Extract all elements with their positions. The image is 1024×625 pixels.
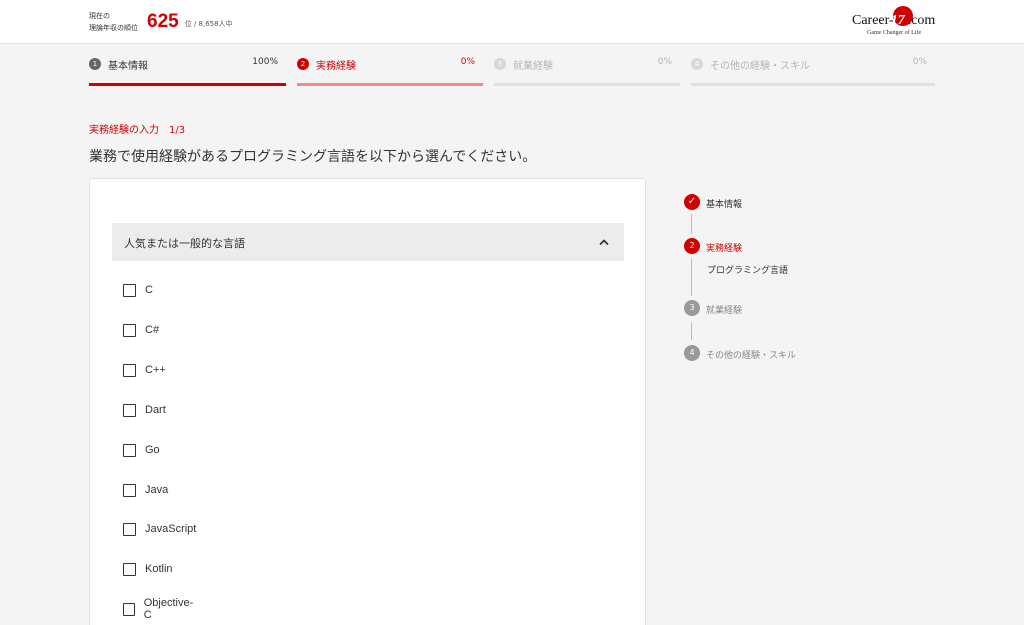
rank-value: 625 bbox=[147, 11, 179, 32]
step-number-icon: 4 bbox=[684, 345, 700, 361]
language-option-c[interactable]: C bbox=[123, 282, 153, 298]
step-number: 3 bbox=[494, 58, 506, 70]
top-header: 現在の 理論年収の順位 625 位 / 8,658人中 Career-17 .co… bbox=[0, 0, 1024, 44]
checkbox[interactable] bbox=[123, 483, 136, 497]
rank-label-income: 理論年収の順位 bbox=[89, 24, 138, 32]
sidebar-connector bbox=[691, 214, 692, 234]
language-option-javascript[interactable]: JavaScript bbox=[123, 521, 196, 537]
language-option-dart[interactable]: Dart bbox=[123, 402, 166, 418]
language-option-objective-c[interactable]: Objective-C bbox=[123, 597, 195, 621]
rank-display: 現在の 理論年収の順位 625 位 / 8,658人中 bbox=[89, 10, 233, 34]
step-number-icon: 2 bbox=[684, 238, 700, 254]
step-number: 4 bbox=[691, 58, 703, 70]
accordion-title: 人気または一般的な言語 bbox=[124, 237, 245, 250]
language-card: 人気または一般的な言語 C C# C++ Dart Go Java JavaSc… bbox=[89, 178, 646, 625]
sidebar-item-label: その他の経験・スキル bbox=[706, 351, 797, 361]
progress-step-other-skills[interactable]: 4 その他の経験・スキル 0% bbox=[691, 56, 935, 86]
rank-suffix: 位 / 8,658人中 bbox=[184, 20, 233, 28]
checkbox[interactable] bbox=[123, 602, 135, 616]
language-label: C# bbox=[145, 324, 160, 336]
step-number: 2 bbox=[297, 58, 309, 70]
language-option-java[interactable]: Java bbox=[123, 482, 168, 498]
progress-step-employment[interactable]: 3 就業経験 0% bbox=[494, 56, 680, 86]
step-percent: 100% bbox=[252, 57, 278, 67]
checkbox[interactable] bbox=[123, 443, 136, 457]
language-label: C++ bbox=[145, 364, 166, 376]
checkbox[interactable] bbox=[123, 323, 136, 337]
step-progress-bar bbox=[297, 83, 483, 86]
rank-label-current: 現在の bbox=[89, 12, 110, 20]
sidebar-item-label: 就業経験 bbox=[706, 306, 743, 316]
check-icon: ✓ bbox=[684, 194, 700, 210]
language-label: Kotlin bbox=[145, 563, 173, 575]
rank-labels: 現在の 理論年収の順位 bbox=[89, 10, 138, 34]
step-progress-bar bbox=[89, 83, 286, 86]
sidebar-connector bbox=[691, 322, 692, 340]
site-logo[interactable]: Career-17 .com Game Changer of Life bbox=[852, 5, 942, 39]
checkbox[interactable] bbox=[123, 403, 136, 417]
progress-steps: 1 基本情報 100% 2 実務経験 0% 3 就業経験 0% 4 その他の経験… bbox=[89, 56, 935, 86]
step-label: 基本情報 bbox=[108, 61, 148, 72]
step-label: その他の経験・スキル bbox=[710, 61, 810, 72]
sidebar-item-label: 基本情報 bbox=[706, 200, 743, 210]
checkbox[interactable] bbox=[123, 562, 136, 576]
page-title: 業務で使用経験があるプログラミング言語を以下から選んでください。 bbox=[89, 149, 537, 165]
step-percent: 0% bbox=[912, 57, 927, 67]
chevron-up-icon bbox=[599, 239, 609, 245]
progress-step-basic-info[interactable]: 1 基本情報 100% bbox=[89, 56, 286, 86]
step-progress-bar bbox=[691, 83, 935, 86]
sidebar-connector bbox=[691, 258, 692, 296]
language-label: Go bbox=[145, 444, 160, 456]
step-number: 1 bbox=[89, 58, 101, 70]
step-number-icon: 3 bbox=[684, 300, 700, 316]
language-label: Objective-C bbox=[143, 597, 194, 621]
progress-step-work-experience[interactable]: 2 実務経験 0% bbox=[297, 56, 483, 86]
language-label: JavaScript bbox=[145, 523, 197, 535]
language-label: Java bbox=[145, 484, 169, 496]
sidebar-item-label: 実務経験 bbox=[706, 244, 743, 254]
step-label: 実務経験 bbox=[316, 61, 356, 72]
logo-text: Career-17 .com bbox=[852, 13, 936, 28]
step-percent: 0% bbox=[460, 57, 475, 67]
accordion-popular-languages[interactable]: 人気または一般的な言語 bbox=[112, 223, 624, 261]
sidebar-subitem-programming-languages[interactable]: プログラミング言語 bbox=[707, 263, 788, 276]
language-option-cpp[interactable]: C++ bbox=[123, 362, 166, 378]
checkbox[interactable] bbox=[123, 363, 136, 377]
step-percent: 0% bbox=[657, 57, 672, 67]
checkbox[interactable] bbox=[123, 522, 136, 536]
section-subtitle: 実務経験の入力 1/3 bbox=[89, 125, 186, 136]
language-option-csharp[interactable]: C# bbox=[123, 322, 159, 338]
step-label: 就業経験 bbox=[513, 61, 553, 72]
language-label: Dart bbox=[145, 404, 166, 416]
language-option-kotlin[interactable]: Kotlin bbox=[123, 561, 173, 577]
language-option-go[interactable]: Go bbox=[123, 442, 160, 458]
sidebar-progress: ✓ 基本情報 2 実務経験 プログラミング言語 3 就業経験 4 その他の経験・… bbox=[684, 192, 884, 372]
step-progress-bar bbox=[494, 83, 680, 86]
checkbox[interactable] bbox=[123, 283, 136, 297]
language-label: C bbox=[145, 284, 153, 296]
logo-tagline: Game Changer of Life bbox=[867, 30, 922, 36]
